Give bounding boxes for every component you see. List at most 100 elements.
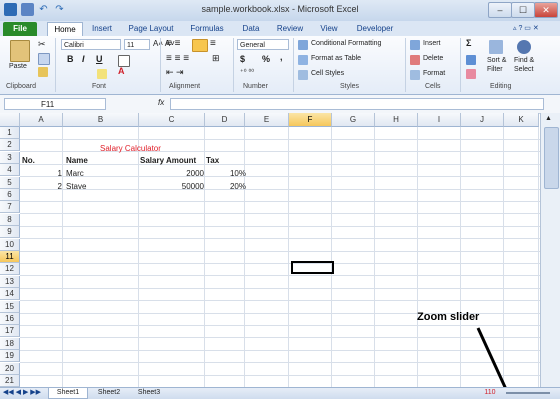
- name-box[interactable]: F11: [4, 98, 106, 110]
- cell-a4[interactable]: 1: [22, 168, 62, 180]
- tab-insert[interactable]: Insert: [88, 22, 116, 36]
- fill-icon[interactable]: [466, 55, 476, 65]
- column-header-f[interactable]: F: [289, 113, 332, 127]
- clear-icon[interactable]: [466, 69, 476, 79]
- paste-button[interactable]: Paste: [9, 63, 27, 70]
- row-header-16[interactable]: 16: [0, 313, 20, 325]
- cell-b5[interactable]: Stave: [66, 181, 86, 193]
- decimal-icon[interactable]: ⁺⁰ ⁰⁰: [240, 68, 254, 76]
- row-header-14[interactable]: 14: [0, 288, 20, 301]
- maximize-button[interactable]: ☐: [511, 2, 535, 18]
- row-header-5[interactable]: 5: [0, 176, 20, 189]
- tab-data[interactable]: Data: [238, 22, 264, 36]
- cut-icon[interactable]: ✂: [38, 39, 46, 50]
- row-header-6[interactable]: 6: [0, 189, 20, 201]
- sheet-tab-1[interactable]: Sheet1: [48, 388, 88, 399]
- tab-page-layout[interactable]: Page Layout: [126, 22, 176, 36]
- sheet-title[interactable]: Salary Calculator: [100, 143, 161, 155]
- delete-button[interactable]: Delete: [423, 55, 443, 62]
- sheet-nav-arrows-icon[interactable]: ◀◀ ◀ ▶ ▶▶: [2, 388, 42, 398]
- bold-button[interactable]: B: [67, 54, 74, 64]
- cell-b4[interactable]: Marc: [66, 168, 84, 180]
- percent-button[interactable]: %: [262, 54, 270, 64]
- conditional-formatting-button[interactable]: Conditional Formatting: [311, 40, 381, 47]
- column-header-d[interactable]: D: [205, 113, 245, 127]
- merge-center-icon[interactable]: ⊞: [212, 53, 220, 64]
- cell-styles-button[interactable]: Cell Styles: [311, 70, 344, 77]
- underline-button[interactable]: U: [96, 54, 103, 64]
- column-header-j[interactable]: J: [461, 113, 504, 127]
- row-header-10[interactable]: 10: [0, 238, 20, 251]
- row-header-18[interactable]: 18: [0, 337, 20, 350]
- cell-a5[interactable]: 2: [22, 181, 62, 193]
- row-header-17[interactable]: 17: [0, 325, 20, 338]
- close-button[interactable]: ✕: [534, 2, 558, 18]
- column-header-h[interactable]: H: [375, 113, 418, 127]
- scroll-thumb[interactable]: [544, 127, 559, 189]
- orientation-icon[interactable]: ≡: [210, 38, 216, 49]
- column-header-a[interactable]: A: [20, 113, 63, 127]
- fill-color-icon[interactable]: [97, 69, 107, 79]
- paste-icon[interactable]: [10, 40, 30, 62]
- indent-icon[interactable]: ⇤ ⇥: [166, 67, 184, 78]
- header-no[interactable]: No.: [22, 155, 35, 167]
- row-header-19[interactable]: 19: [0, 350, 20, 363]
- vertical-scrollbar[interactable]: ▲: [540, 113, 560, 387]
- select-all-corner[interactable]: [0, 113, 20, 127]
- fx-icon[interactable]: fx: [158, 98, 164, 107]
- column-header-b[interactable]: B: [63, 113, 139, 127]
- cell-c5[interactable]: 50000: [140, 181, 204, 193]
- insert-button[interactable]: Insert: [423, 40, 441, 47]
- italic-button[interactable]: I: [82, 54, 85, 64]
- row-header-21[interactable]: 21: [0, 375, 20, 387]
- wrap-text-icon[interactable]: [192, 39, 208, 52]
- find-select-button-line2[interactable]: Select: [514, 66, 533, 73]
- header-name[interactable]: Name: [66, 155, 88, 167]
- format-button[interactable]: Format: [423, 70, 445, 77]
- sort-filter-button-line2[interactable]: Filter: [487, 66, 503, 73]
- column-header-k[interactable]: K: [504, 113, 539, 127]
- row-header-8[interactable]: 8: [0, 213, 20, 226]
- tab-view[interactable]: View: [316, 22, 342, 36]
- row-header-20[interactable]: 20: [0, 362, 20, 375]
- row-header-7[interactable]: 7: [0, 201, 20, 214]
- active-cell-f11[interactable]: [291, 261, 334, 274]
- tab-review[interactable]: Review: [273, 22, 307, 36]
- font-name-select[interactable]: Calibri: [61, 39, 121, 50]
- tab-home[interactable]: Home: [47, 22, 83, 37]
- format-painter-icon[interactable]: [38, 67, 48, 77]
- row-header-12[interactable]: 12: [0, 263, 20, 276]
- scroll-up-icon[interactable]: ▲: [545, 115, 552, 122]
- column-header-c[interactable]: C: [139, 113, 205, 127]
- tab-developer[interactable]: Developer: [353, 22, 397, 36]
- cell-d4[interactable]: 10%: [206, 168, 246, 180]
- currency-button[interactable]: $: [240, 54, 245, 64]
- zoom-slider[interactable]: [506, 392, 550, 394]
- font-size-select[interactable]: 11: [124, 39, 150, 50]
- cell-c4[interactable]: 2000: [140, 168, 204, 180]
- font-color-icon[interactable]: A: [118, 66, 125, 76]
- row-header-15[interactable]: 15: [0, 300, 20, 313]
- row-header-3[interactable]: 3: [0, 151, 20, 164]
- row-header-1[interactable]: 1: [0, 127, 20, 139]
- sort-filter-button-line1[interactable]: Sort &: [487, 57, 506, 64]
- format-as-table-button[interactable]: Format as Table: [311, 55, 361, 62]
- column-header-g[interactable]: G: [332, 113, 375, 127]
- sheet-tab-3[interactable]: Sheet3: [130, 388, 168, 398]
- cell-d5[interactable]: 20%: [206, 181, 246, 193]
- row-header-9[interactable]: 9: [0, 226, 20, 239]
- tab-file[interactable]: File: [3, 22, 37, 36]
- align-left-icon[interactable]: ≡ ≡ ≡: [166, 53, 189, 64]
- zoom-level[interactable]: 110: [480, 388, 500, 398]
- minimize-button[interactable]: –: [488, 2, 512, 18]
- comma-button[interactable]: ,: [280, 52, 283, 62]
- column-header-e[interactable]: E: [245, 113, 289, 127]
- copy-icon[interactable]: [38, 53, 50, 65]
- formula-input[interactable]: [170, 98, 544, 110]
- row-header-13[interactable]: 13: [0, 275, 20, 288]
- header-tax[interactable]: Tax: [206, 155, 219, 167]
- align-top-icon[interactable]: ≡ ≡: [166, 38, 180, 49]
- help-icon[interactable]: ▵ ? ▭ ✕: [513, 24, 539, 32]
- tab-formulas[interactable]: Formulas: [187, 22, 227, 36]
- row-header-2[interactable]: 2: [0, 139, 20, 152]
